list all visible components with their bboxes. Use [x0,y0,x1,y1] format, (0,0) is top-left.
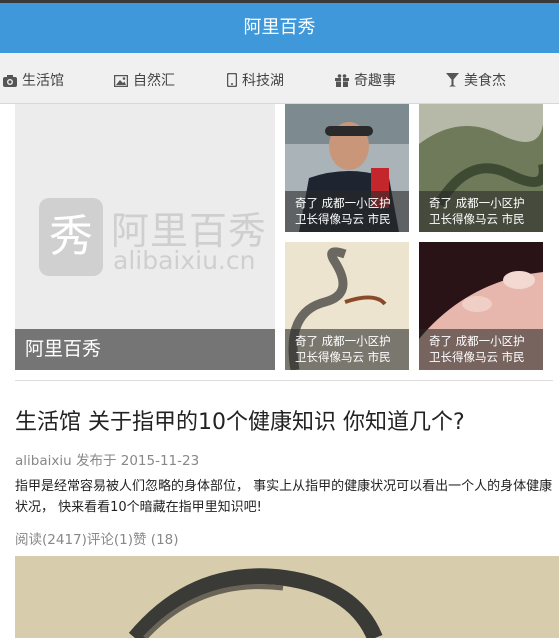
thumb-caption: 奇了 成都一小区护 卫长得像马云 市民 [285,191,409,232]
thumb-caption-line: 卫长得像马云 市民 [429,212,525,226]
thumb-card[interactable]: 奇了 成都一小区护 卫长得像马云 市民 [419,242,543,370]
article-summary: 指甲是经常容易被人们忽略的身体部位， 事实上从指甲的健康状况可以看出一个人的身体… [15,479,553,515]
thumb-caption: 奇了 成都一小区护 卫长得像马云 市民 [285,329,409,370]
nav-item-nature[interactable]: 自然汇 [113,53,175,103]
logo-badge: 秀 [39,198,103,276]
nav-item-life[interactable]: 生活馆 [3,53,64,103]
camera-icon [3,75,17,87]
thumb-caption: 奇了 成都一小区护 卫长得像马云 市民 [419,191,543,232]
thumb-card[interactable]: 奇了 成都一小区护 卫长得像马云 市民 [285,104,409,232]
thumb-card[interactable]: 奇了 成都一小区护 卫长得像马云 市民 [285,242,409,370]
thumb-caption-line: 卫长得像马云 市民 [295,212,391,226]
logo-domain: alibaixiu.cn [113,246,256,275]
article-meta: alibaixiu 发布于 2015-11-23 [15,453,200,469]
section-divider [15,380,553,381]
thumb-caption-line: 奇了 成都一小区护 [295,196,391,210]
nav-label: 美食杰 [464,73,506,89]
thumb-caption-line: 奇了 成都一小区护 [295,334,391,348]
nav-label: 科技湖 [242,73,284,89]
category-nav: 生活馆 自然汇 科技湖 奇趣事 美食杰 [0,53,559,104]
site-header: 阿里百秀 [0,3,559,53]
thumb-caption: 奇了 成都一小区护 卫长得像马云 市民 [419,329,543,370]
nav-item-tech[interactable]: 科技湖 [226,53,284,103]
nav-label: 自然汇 [133,73,175,89]
article-title[interactable]: 生活馆 关于指甲的10个健康知识 你知道几个? [15,404,465,436]
nav-item-food[interactable]: 美食杰 [446,53,506,103]
hero-caption: 阿里百秀 [15,329,275,370]
thumb-caption-line: 奇了 成都一小区护 [429,196,525,210]
thumb-caption-line: 卫长得像马云 市民 [429,350,525,364]
gift-icon [335,74,349,87]
site-title: 阿里百秀 [243,17,316,38]
cocktail-icon [446,73,459,87]
nav-label: 奇趣事 [354,73,396,89]
thumb-card[interactable]: 奇了 成都一小区护 卫长得像马云 市民 [419,104,543,232]
article-image-graphic [15,556,559,638]
nav-label: 生活馆 [22,73,64,89]
phone-icon [226,72,238,88]
hero-banner[interactable]: 秀 阿里百秀 alibaixiu.cn 阿里百秀 [15,104,275,370]
picture-icon [113,74,129,88]
thumb-caption-line: 卫长得像马云 市民 [295,350,391,364]
article-image[interactable] [15,556,559,638]
article-stats: 阅读(2417)评论(1)赞 (18) [15,532,179,548]
nav-item-fun[interactable]: 奇趣事 [335,53,396,103]
thumb-caption-line: 奇了 成都一小区护 [429,334,525,348]
